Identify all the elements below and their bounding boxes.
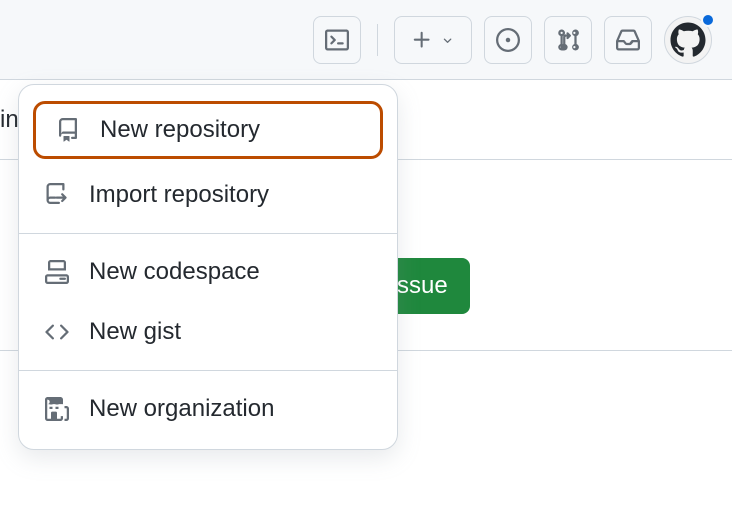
pull-request-icon bbox=[556, 28, 580, 52]
new-issue-label-partial: ssue bbox=[397, 272, 448, 299]
menu-item-new-gist[interactable]: New gist bbox=[19, 302, 397, 362]
inbox-icon bbox=[616, 28, 640, 52]
menu-label: New gist bbox=[89, 318, 181, 346]
repo-push-icon bbox=[43, 181, 71, 209]
menu-item-import-repository[interactable]: Import repository bbox=[19, 165, 397, 225]
codespaces-icon bbox=[43, 258, 71, 286]
menu-item-new-repository[interactable]: New repository bbox=[33, 101, 383, 159]
tab-partial-text: in bbox=[0, 106, 19, 134]
menu-divider bbox=[19, 370, 397, 371]
menu-divider bbox=[19, 233, 397, 234]
menu-label: New repository bbox=[100, 116, 260, 144]
topbar-divider bbox=[377, 24, 378, 56]
menu-item-new-organization[interactable]: New organization bbox=[19, 379, 397, 439]
pull-requests-button[interactable] bbox=[544, 16, 592, 64]
code-icon bbox=[43, 318, 71, 346]
create-new-dropdown: New repository Import repository New cod… bbox=[18, 84, 398, 450]
issues-icon bbox=[496, 28, 520, 52]
notifications-button[interactable] bbox=[604, 16, 652, 64]
topbar bbox=[0, 0, 732, 80]
organization-icon bbox=[43, 395, 71, 423]
plus-icon bbox=[411, 29, 433, 51]
repo-icon bbox=[54, 116, 82, 144]
notification-dot bbox=[701, 13, 715, 27]
issues-button[interactable] bbox=[484, 16, 532, 64]
menu-label: New codespace bbox=[89, 258, 260, 286]
menu-label: Import repository bbox=[89, 181, 269, 209]
chevron-down-icon bbox=[441, 33, 455, 47]
create-new-button[interactable] bbox=[394, 16, 472, 64]
avatar-wrapper bbox=[664, 16, 712, 64]
menu-item-new-codespace[interactable]: New codespace bbox=[19, 242, 397, 302]
terminal-icon bbox=[323, 26, 351, 54]
command-palette-button[interactable] bbox=[313, 16, 361, 64]
menu-label: New organization bbox=[89, 395, 274, 423]
